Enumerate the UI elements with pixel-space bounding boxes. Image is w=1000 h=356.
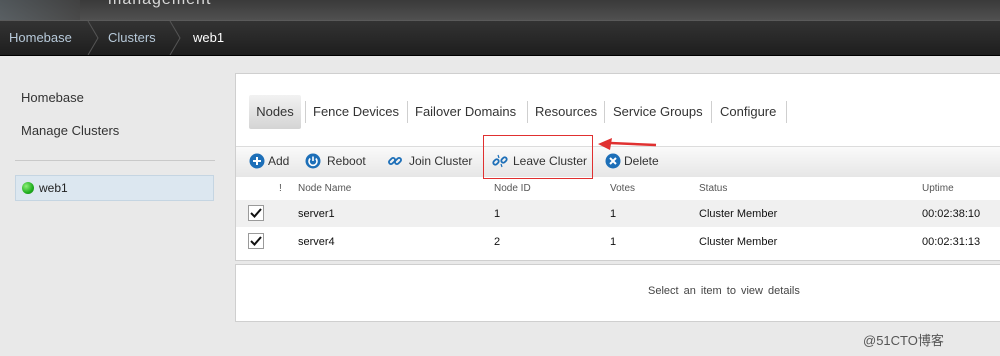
add-icon [249, 153, 265, 169]
add-label: Add [268, 154, 290, 168]
delete-icon [605, 153, 621, 169]
table-row[interactable]: server4 2 1 Cluster Member 00:02:31:13 [236, 228, 1000, 255]
tab-divider [711, 101, 712, 123]
cell-votes: 1 [610, 208, 617, 220]
row-checkbox[interactable] [248, 205, 264, 221]
tab-service-groups[interactable]: Service Groups [613, 95, 703, 129]
checkmark-icon [250, 208, 262, 218]
tab-divider [305, 101, 306, 123]
cell-uptime: 00:02:31:13 [922, 236, 981, 248]
cell-uptime: 00:02:38:10 [922, 208, 981, 220]
cell-node-id: 1 [494, 208, 501, 220]
sidebar-cluster-label: web1 [39, 181, 68, 195]
tab-failover-domains[interactable]: Failover Domains [415, 95, 516, 129]
column-header-votes[interactable]: Votes [610, 183, 635, 194]
tab-fence-devices[interactable]: Fence Devices [313, 95, 399, 129]
tab-divider [527, 101, 528, 123]
cell-node-name: server1 [298, 208, 335, 220]
cell-status: Cluster Member [699, 208, 778, 220]
breadcrumb-separator-icon [169, 21, 183, 55]
sidebar: Homebase Manage Clusters web1 [0, 55, 228, 356]
column-header-node-name[interactable]: Node Name [298, 183, 351, 194]
cell-node-id: 2 [494, 236, 501, 248]
breadcrumb: Homebase Clusters web1 [0, 20, 1000, 56]
sidebar-homebase-link[interactable]: Homebase [21, 90, 84, 105]
tab-configure[interactable]: Configure [720, 95, 776, 129]
app-header: management [0, 0, 1000, 20]
checkmark-icon [250, 236, 262, 246]
breadcrumb-homebase[interactable]: Homebase [9, 21, 72, 55]
column-header-node-id[interactable]: Node ID [494, 183, 531, 194]
details-placeholder: Select an item to view details [648, 285, 800, 297]
link-icon [388, 157, 402, 165]
annotation-highlight-box [483, 135, 593, 179]
table-header: ! Node Name Node ID Votes Status Uptime [236, 177, 1000, 200]
breadcrumb-web1: web1 [193, 30, 225, 45]
tab-divider [604, 101, 605, 123]
tab-divider [786, 101, 787, 123]
tab-resources[interactable]: Resources [535, 95, 597, 129]
tab-divider [407, 101, 408, 123]
row-checkbox[interactable] [248, 233, 264, 249]
table-row[interactable]: server1 1 1 Cluster Member 00:02:38:10 [236, 200, 1000, 227]
reboot-label: Reboot [327, 154, 366, 168]
sidebar-cluster-web1[interactable]: web1 [15, 175, 214, 201]
delete-label: Delete [624, 154, 659, 168]
sidebar-manage-clusters-link[interactable]: Manage Clusters [21, 123, 119, 138]
annotation-arrow-icon [598, 138, 657, 150]
watermark: @51CTO博客 [863, 333, 944, 348]
tab-nodes[interactable]: Nodes [249, 95, 301, 129]
breadcrumb-separator-icon [87, 21, 101, 55]
power-icon [305, 153, 321, 169]
details-panel: Select an item to view details [235, 264, 1000, 322]
app-title: management [108, 0, 211, 9]
nodes-panel: Nodes Fence Devices Failover Domains Res… [235, 73, 1000, 261]
sidebar-divider [15, 160, 215, 161]
column-header-status[interactable]: Status [699, 183, 727, 194]
status-online-icon [22, 182, 34, 194]
cell-node-name: server4 [298, 236, 335, 248]
app-logo [0, 0, 80, 20]
column-header-flag[interactable]: ! [279, 183, 282, 194]
cell-status: Cluster Member [699, 236, 778, 248]
breadcrumb-clusters[interactable]: Clusters [108, 21, 156, 55]
column-header-uptime[interactable]: Uptime [922, 183, 954, 194]
join-cluster-label: Join Cluster [409, 154, 473, 168]
cell-votes: 1 [610, 236, 617, 248]
